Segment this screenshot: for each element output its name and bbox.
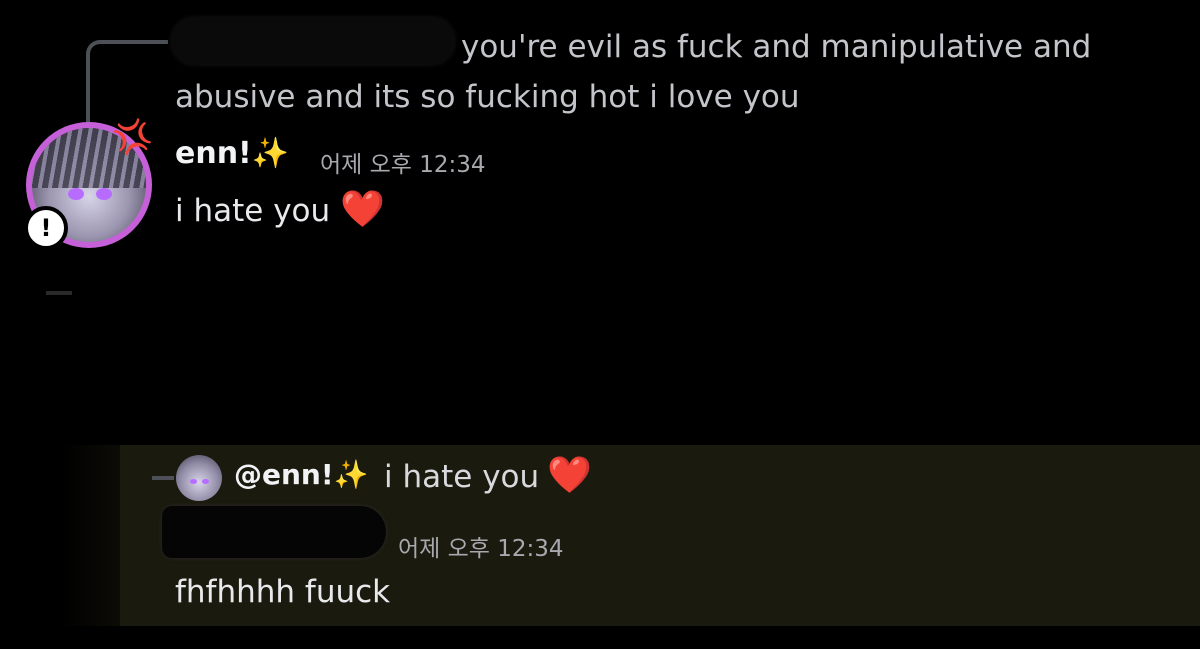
message-item[interactable]: you're evil as fuck and manipulative and…: [0, 0, 1200, 260]
reply-mention-text[interactable]: @enn!: [234, 458, 334, 491]
message-timestamp[interactable]: 어제 오후 12:34: [398, 529, 564, 563]
avatar-eye: [190, 479, 197, 484]
heart-icon: ❤️: [547, 455, 592, 496]
sparkle-icon: ✨: [333, 458, 369, 491]
message-timestamp[interactable]: 어제 오후 12:34: [320, 145, 486, 179]
author-name[interactable]: enn!✨: [175, 136, 289, 171]
anger-icon: 💢: [110, 115, 156, 160]
reply-mention[interactable]: @enn!✨: [234, 458, 369, 491]
avatar-eye: [96, 188, 112, 200]
avatar-eye: [68, 188, 84, 200]
avatar[interactable]: 💢 !: [22, 116, 156, 250]
reply-preview[interactable]: i hate you ❤️: [384, 454, 592, 496]
heart-icon: ❤️: [340, 189, 385, 230]
message-content: fhfhhhh fuuck: [175, 574, 391, 610]
avatar-eye: [202, 479, 209, 484]
message-content: i hate you ❤️: [175, 188, 385, 233]
sparkle-icon: ✨: [251, 136, 290, 171]
status-alert-icon: !: [24, 206, 68, 250]
redacted-avatar-area: [60, 445, 120, 626]
reply-preview-text[interactable]: you're evil as fuck and manipulative and…: [175, 22, 1135, 122]
message-text: i hate you: [175, 193, 331, 229]
redacted-author-name: [162, 506, 386, 558]
reply-connector: [152, 476, 174, 480]
reply-preview-text[interactable]: i hate you: [384, 459, 539, 495]
reply-connector: [86, 40, 168, 124]
divider: [46, 291, 72, 295]
author-name-text[interactable]: enn!: [175, 136, 252, 171]
reply-avatar[interactable]: [176, 455, 222, 501]
chat-view: you're evil as fuck and manipulative and…: [0, 0, 1200, 649]
